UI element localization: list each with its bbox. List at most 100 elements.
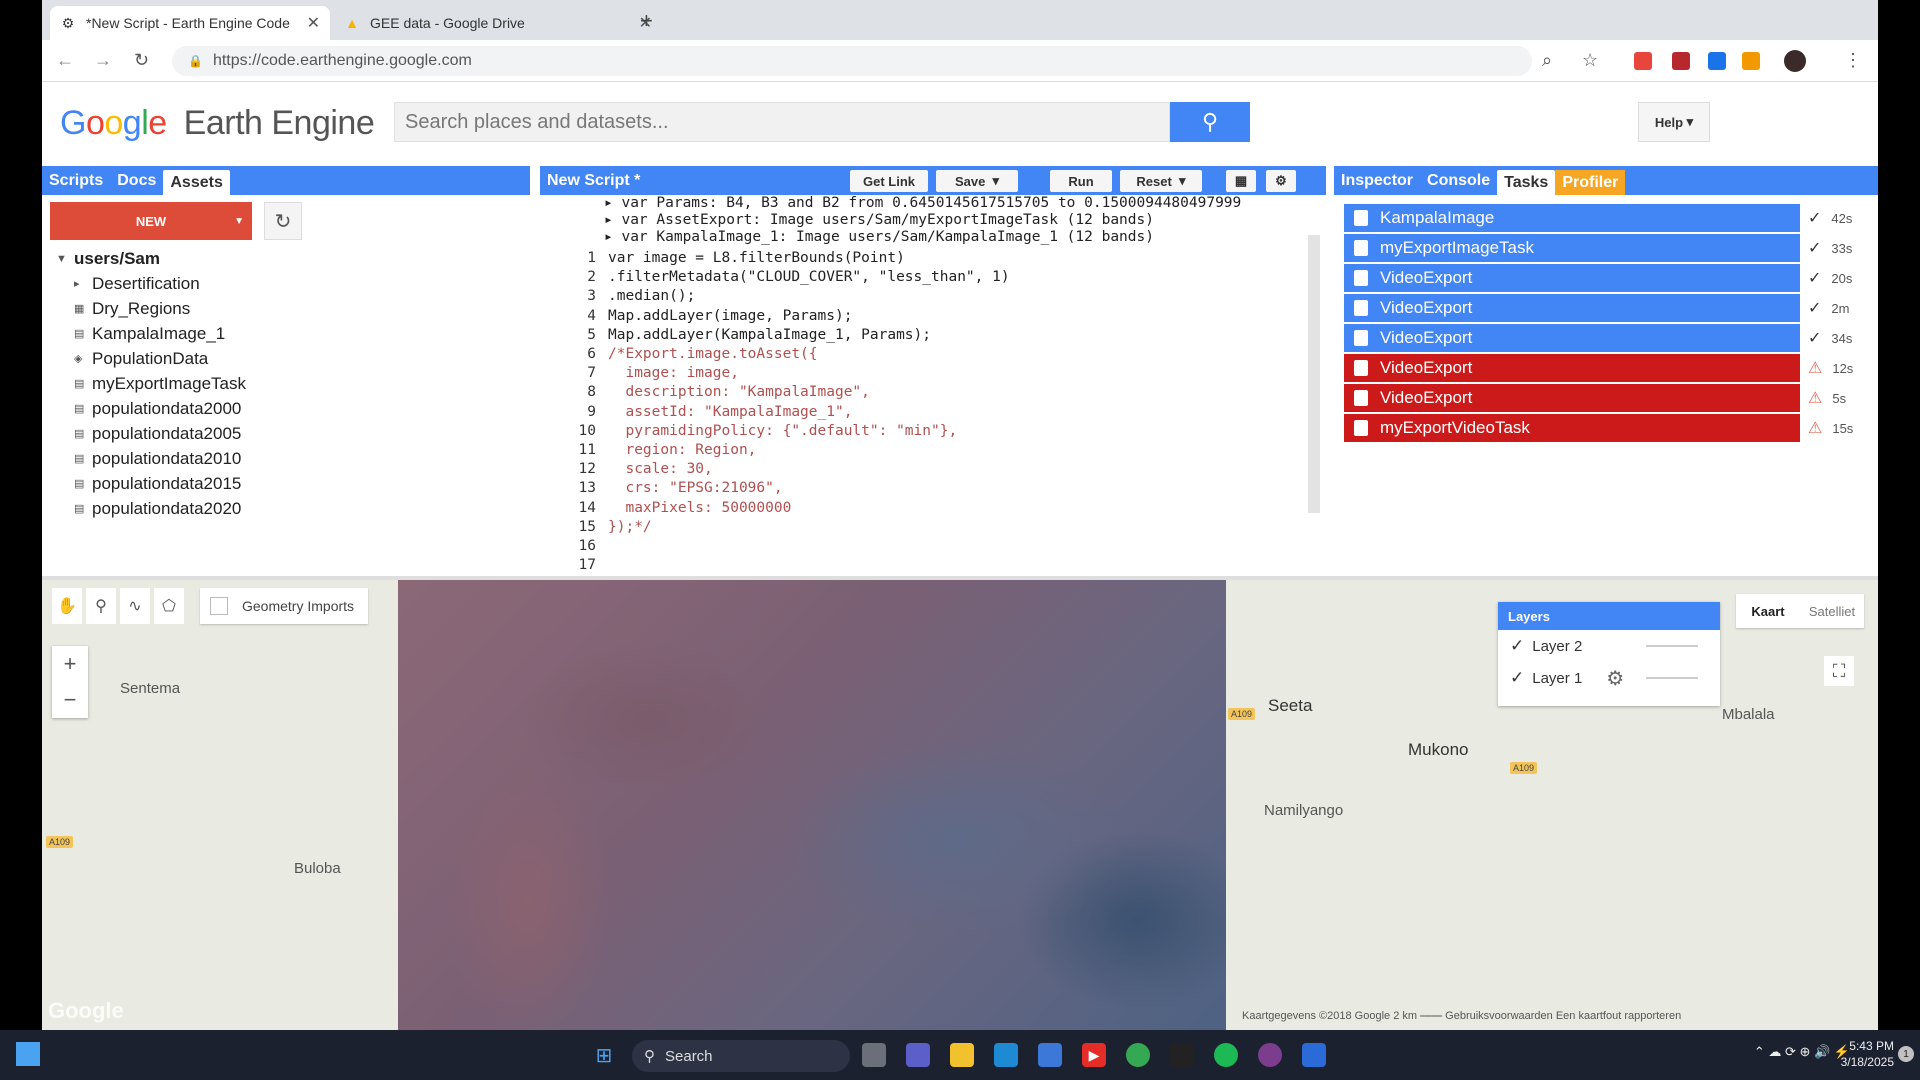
app-icon[interactable]	[1302, 1043, 1326, 1067]
code-line[interactable]: .median();	[608, 287, 1010, 306]
asset-root[interactable]: ▼ users/Sam	[56, 246, 246, 271]
new-button[interactable]: NEW ▼	[50, 202, 252, 240]
check-icon[interactable]: ✓	[1510, 668, 1524, 688]
code-line[interactable]: Map.addLayer(image, Params);	[608, 307, 1010, 326]
asset-item[interactable]: ▦ Dry_Regions	[56, 296, 246, 321]
file-explorer-icon[interactable]	[950, 1043, 974, 1067]
layer-row[interactable]: ✓ Layer 1 ⚙	[1498, 662, 1720, 694]
geometry-checkbox[interactable]	[210, 597, 228, 615]
opacity-slider[interactable]	[1646, 677, 1698, 679]
code-line[interactable]: maxPixels: 50000000	[608, 499, 1010, 518]
app-icon[interactable]	[1258, 1043, 1282, 1067]
code-lines[interactable]: var image = L8.filterBounds(Point) .filte…	[608, 249, 1010, 537]
search-input[interactable]: Search places and datasets...	[394, 102, 1170, 142]
back-icon[interactable]: ←	[56, 50, 74, 71]
code-line[interactable]: description: "KampalaImage",	[608, 383, 1010, 402]
task-item[interactable]: VideoExport	[1344, 384, 1800, 412]
code-line[interactable]: assetId: "KampalaImage_1",	[608, 403, 1010, 422]
layer-row[interactable]: ✓ Layer 2	[1498, 630, 1720, 662]
tab-console[interactable]: Console	[1420, 166, 1497, 195]
fullscreen-button[interactable]: ⛶	[1824, 656, 1854, 686]
tab-scripts[interactable]: Scripts	[42, 166, 110, 195]
extension-icon[interactable]	[1742, 52, 1760, 70]
task-item[interactable]: KampalaImage	[1344, 204, 1800, 232]
app-icon[interactable]	[1170, 1043, 1194, 1067]
code-line[interactable]: image: image,	[608, 364, 1010, 383]
asset-item[interactable]: ▤ populationdata2020	[56, 496, 246, 521]
menu-icon[interactable]: ⋮	[1844, 50, 1862, 71]
zoom-icon[interactable]: ⌕	[1542, 50, 1552, 71]
asset-item[interactable]: ▤ populationdata2005	[56, 421, 246, 446]
import-line[interactable]: ▸ var KampalaImage_1: Image users/Sam/Ka…	[604, 229, 1284, 245]
apps-icon[interactable]: ▦	[1226, 170, 1256, 192]
task-item[interactable]: VideoExport	[1344, 294, 1800, 322]
map[interactable]: ✋ ⚲ ∿ ⬠ Geometry Imports + − Sentema Bul…	[42, 580, 1878, 1030]
geometry-imports[interactable]: Geometry Imports	[200, 588, 368, 624]
save-button[interactable]: Save ▾	[936, 170, 1018, 192]
code-line[interactable]: Map.addLayer(KampalaImage_1, Params);	[608, 326, 1010, 345]
task-item[interactable]: myExportVideoTask	[1344, 414, 1800, 442]
code-line[interactable]: });*/	[608, 518, 1010, 537]
asset-item[interactable]: ◈ PopulationData	[56, 346, 246, 371]
zoom-in-button[interactable]: +	[52, 646, 88, 682]
run-button[interactable]: Run	[1050, 170, 1112, 192]
taskbar-search[interactable]: ⚲ Search	[632, 1040, 850, 1072]
gear-icon[interactable]: ⚙	[1266, 170, 1296, 192]
star-icon[interactable]: ☆	[1582, 50, 1598, 71]
youtube-icon[interactable]: ▶	[1082, 1043, 1106, 1067]
windows-start-icon[interactable]: ⊞	[592, 1043, 616, 1067]
reset-button[interactable]: Reset ▾	[1120, 170, 1202, 192]
import-line[interactable]: ▸ var Params: B4, B3 and B2 from 0.64501…	[604, 195, 1284, 212]
notification-badge[interactable]: 1	[1898, 1046, 1914, 1062]
code-line[interactable]: scale: 30,	[608, 460, 1010, 479]
asset-item[interactable]: ▤ myExportImageTask	[56, 371, 246, 396]
map-type-satellite[interactable]: Satelliet	[1800, 594, 1864, 628]
code-line[interactable]: crs: "EPSG:21096",	[608, 479, 1010, 498]
extension-icon[interactable]	[1708, 52, 1726, 70]
teams-icon[interactable]	[906, 1043, 930, 1067]
edge-icon[interactable]	[994, 1043, 1018, 1067]
system-tray[interactable]: ⌃ ☁ ⟳ ⊕ 🔊 ⚡	[1754, 1044, 1850, 1060]
tab-assets[interactable]: Assets	[163, 170, 230, 195]
extension-icon[interactable]	[1672, 52, 1690, 70]
help-button[interactable]: Help ▾	[1638, 102, 1710, 142]
check-icon[interactable]: ✓	[1510, 636, 1524, 656]
tab-profiler[interactable]: Profiler	[1555, 170, 1626, 195]
clock[interactable]: 5:43 PM 3/18/2025	[1841, 1038, 1894, 1070]
task-item[interactable]: VideoExport	[1344, 324, 1800, 352]
widgets-icon[interactable]	[16, 1042, 40, 1066]
refresh-button[interactable]: ↻	[264, 202, 302, 240]
tab-docs[interactable]: Docs	[110, 166, 163, 195]
search-button[interactable]: ⚲	[1170, 102, 1250, 142]
map-type-map[interactable]: Kaart	[1736, 594, 1800, 628]
asset-item[interactable]: ▤ populationdata2015	[56, 471, 246, 496]
new-tab-icon[interactable]: +	[640, 8, 653, 34]
code-line[interactable]: pyramidingPolicy: {".default": "min"},	[608, 422, 1010, 441]
gear-icon[interactable]: ⚙	[1606, 666, 1624, 691]
asset-item[interactable]: ▸ Desertification	[56, 271, 246, 296]
spotify-icon[interactable]	[1214, 1043, 1238, 1067]
task-item[interactable]: myExportImageTask	[1344, 234, 1800, 262]
marker-icon[interactable]: ⚲	[86, 588, 116, 624]
task-item[interactable]: VideoExport	[1344, 354, 1800, 382]
asset-item[interactable]: ▤ populationdata2010	[56, 446, 246, 471]
line-icon[interactable]: ∿	[120, 588, 150, 624]
asset-item[interactable]: ▤ populationdata2000	[56, 396, 246, 421]
task-item[interactable]: VideoExport	[1344, 264, 1800, 292]
extension-icon[interactable]	[1634, 52, 1652, 70]
editor-scrollbar[interactable]	[1308, 235, 1320, 513]
tab-google-drive[interactable]: ▲ GEE data - Google Drive ✕	[334, 6, 662, 40]
opacity-slider[interactable]	[1646, 645, 1698, 647]
get-link-button[interactable]: Get Link	[850, 170, 928, 192]
store-icon[interactable]	[1038, 1043, 1062, 1067]
code-line[interactable]: region: Region,	[608, 441, 1010, 460]
tab-earth-engine[interactable]: ⚙ *New Script - Earth Engine Code ✕	[50, 6, 330, 40]
chrome-icon[interactable]	[1126, 1043, 1150, 1067]
asset-item[interactable]: ▤ KampalaImage_1	[56, 321, 246, 346]
polygon-icon[interactable]: ⬠	[154, 588, 184, 624]
avatar[interactable]	[1784, 50, 1806, 72]
import-line[interactable]: ▸ var AssetExport: Image users/Sam/myExp…	[604, 212, 1284, 229]
code-line[interactable]: var image = L8.filterBounds(Point)	[608, 249, 1010, 268]
url-field[interactable]: 🔒 https://code.earthengine.google.com	[172, 46, 1532, 76]
code-editor[interactable]: ▸ var Params: B4, B3 and B2 from 0.64501…	[540, 195, 1326, 576]
